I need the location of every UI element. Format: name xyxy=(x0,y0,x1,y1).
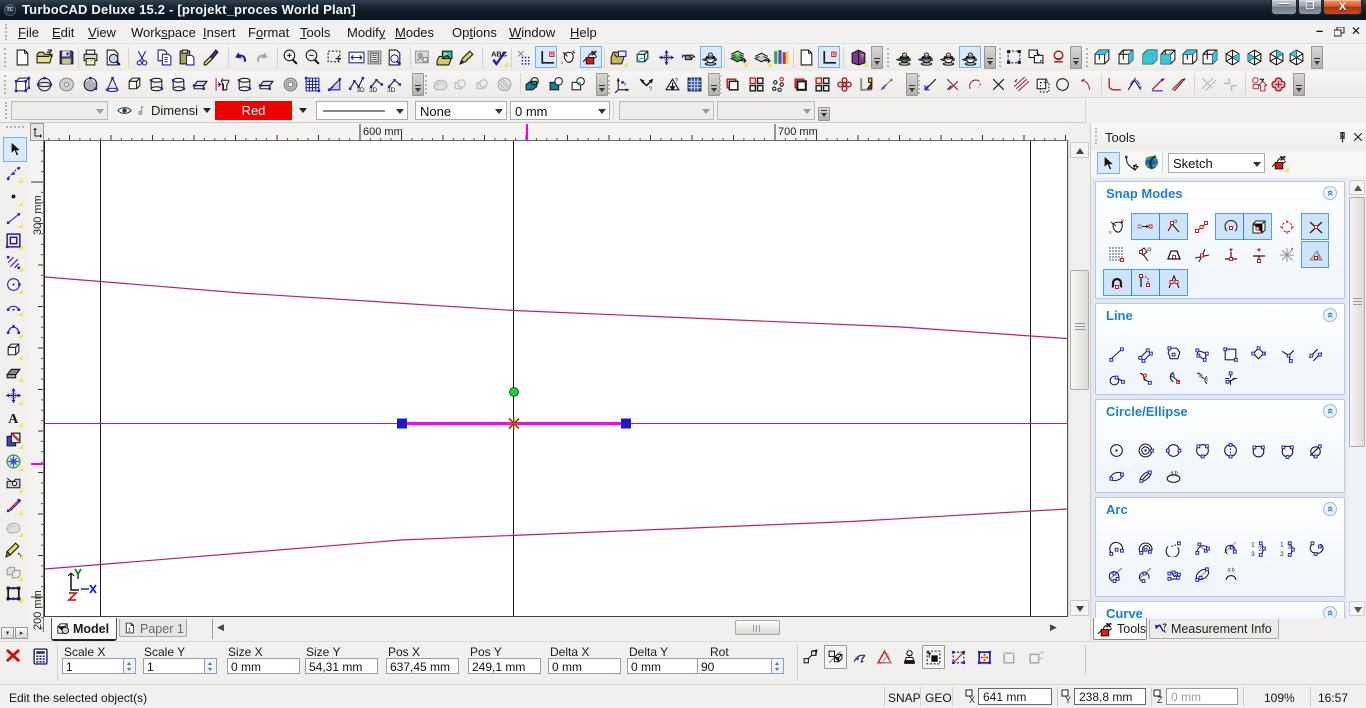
svg-text:Z: Z xyxy=(1157,695,1163,704)
svg-text:200 mm: 200 mm xyxy=(32,590,44,630)
svg-text:600 mm: 600 mm xyxy=(363,126,403,138)
svg-text:700 mm: 700 mm xyxy=(778,126,818,138)
svg-text:300 mm: 300 mm xyxy=(32,195,44,235)
svg-text:Y: Y xyxy=(1065,695,1071,704)
svg-text:X: X xyxy=(969,695,975,704)
